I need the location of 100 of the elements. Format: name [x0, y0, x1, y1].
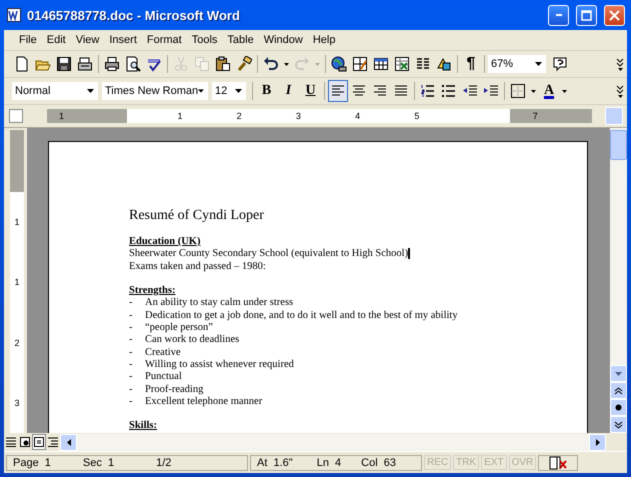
page-count: 1/2 [156, 456, 172, 468]
show-hide-button[interactable]: ¶ [461, 53, 481, 75]
bullet-dash: - [129, 297, 134, 310]
print-layout-button[interactable] [32, 434, 46, 450]
bullet-dash: - [129, 322, 134, 334]
ruler-number: 1 [177, 111, 182, 121]
close-button[interactable] [604, 4, 625, 26]
scissors-icon [173, 56, 189, 72]
dropdown-arrow-icon [531, 90, 536, 92]
font-size-dropdown[interactable]: 12 [212, 82, 246, 100]
zoom-dropdown[interactable]: 67% [488, 55, 546, 73]
bullet-dash: - [129, 334, 134, 347]
list-item: Punctual [145, 371, 182, 384]
section-heading: Strengths: [129, 285, 176, 298]
menu-item[interactable]: Table [222, 32, 259, 48]
spreadsheet-icon [394, 56, 410, 72]
right-arrow-icon [594, 438, 600, 446]
dropdown-arrow-icon [198, 89, 204, 93]
list-item: Dedication to get a job done, and to do it well and to the best of my ability [145, 310, 458, 322]
help-icon [552, 56, 568, 72]
maximize-icon [581, 10, 592, 20]
list-item: Can work to deadlines [145, 334, 240, 347]
table-pencil-icon [352, 56, 368, 72]
window-title: 01465788778.doc - Microsoft Word [27, 8, 241, 22]
menu-item[interactable]: Edit [42, 32, 71, 48]
font-color-button[interactable]: A [539, 80, 559, 102]
bulleted-list-icon [441, 83, 457, 99]
list-item: Excellent telephone manner [145, 396, 262, 408]
print-preview-icon [125, 56, 141, 72]
borders-grid-icon [510, 83, 526, 99]
menu-item[interactable]: Help [308, 32, 340, 48]
font-dropdown[interactable]: Times New Roman [102, 82, 208, 100]
double-down-arrow-icon [614, 420, 623, 428]
scroll-right-button[interactable] [589, 434, 606, 450]
scroll-left-button[interactable] [60, 434, 77, 450]
chevron-icon[interactable] [615, 56, 625, 72]
page-icon [34, 437, 44, 447]
chevron-icon[interactable] [615, 83, 625, 99]
list-item: Willing to assist whenever required [145, 358, 294, 372]
italic-button[interactable]: I [278, 80, 299, 102]
scroll-thumb[interactable] [610, 130, 627, 160]
style-dropdown[interactable]: Normal [12, 82, 98, 100]
bullet-dash: - [129, 346, 134, 359]
dropdown-arrow-icon [315, 62, 320, 66]
web-layout-button[interactable] [18, 434, 32, 450]
underline-button[interactable]: U [300, 80, 321, 102]
ruler-number: 1 [14, 217, 20, 228]
ruler-number: 1 [59, 111, 64, 121]
dot-icon [615, 404, 622, 411]
next-page-button[interactable] [610, 416, 627, 433]
columns-icon [415, 56, 431, 72]
document-w-icon [6, 7, 22, 23]
toolbar-button[interactable] [328, 80, 348, 102]
redo-arrow-icon [294, 56, 310, 72]
new-document-icon [14, 56, 30, 72]
body-text: Sheerwater County Secondary School (equivalent to High School) [129, 248, 408, 261]
body-text: Exams taken and passed – 1980: [129, 260, 266, 273]
tab-selector[interactable] [9, 109, 23, 123]
drawing-shapes-icon [436, 56, 452, 72]
printer-icon [104, 56, 120, 72]
maximize-button[interactable] [576, 4, 597, 26]
section-heading: Skills: [129, 420, 158, 433]
bullet-dash: - [129, 396, 134, 408]
list-item: Creative [145, 346, 181, 359]
document-title: Resumé of Cyndi Loper [129, 208, 265, 224]
book-cross-icon [548, 456, 568, 470]
clipboard-icon [215, 56, 231, 72]
text-cursor [408, 248, 410, 260]
bullet-dash: - [129, 358, 134, 372]
menu-item[interactable]: Tools [186, 32, 222, 48]
table-grid-icon [373, 56, 389, 72]
browse-object-button[interactable] [610, 399, 627, 416]
list-item: “people person” [145, 322, 213, 334]
previous-page-button[interactable] [610, 382, 627, 399]
scroll-down-button[interactable] [610, 365, 627, 382]
numbered-list-icon [420, 83, 436, 99]
menu-item[interactable]: Window [258, 32, 308, 48]
ruler-number: 3 [14, 398, 20, 408]
ruler-number: 2 [236, 111, 242, 121]
menu-item[interactable]: Insert [104, 32, 142, 48]
ruler-number: 7 [532, 111, 538, 121]
menu-item[interactable]: Format [142, 32, 187, 48]
close-icon [609, 10, 620, 20]
bullet-dash: - [129, 310, 134, 322]
ruler-number: 3 [296, 111, 301, 121]
left-arrow-icon [66, 438, 72, 446]
ruler-number: 5 [414, 111, 420, 121]
bullet-dash: - [129, 371, 134, 384]
menu-item[interactable]: File [14, 32, 42, 48]
lines-icon [6, 437, 16, 447]
bold-button[interactable]: B [256, 80, 277, 102]
outline-icon [48, 437, 58, 447]
list-item: Proof-reading [145, 384, 204, 396]
page-number: Page 1 [13, 456, 51, 468]
minimize-button[interactable] [548, 4, 569, 26]
menu-item[interactable]: View [70, 32, 104, 48]
ruler-number: 2 [14, 338, 20, 348]
list-item: An ability to stay calm under stress [145, 297, 294, 310]
page-globe-icon [20, 437, 30, 447]
dropdown-arrow-icon [284, 62, 289, 66]
